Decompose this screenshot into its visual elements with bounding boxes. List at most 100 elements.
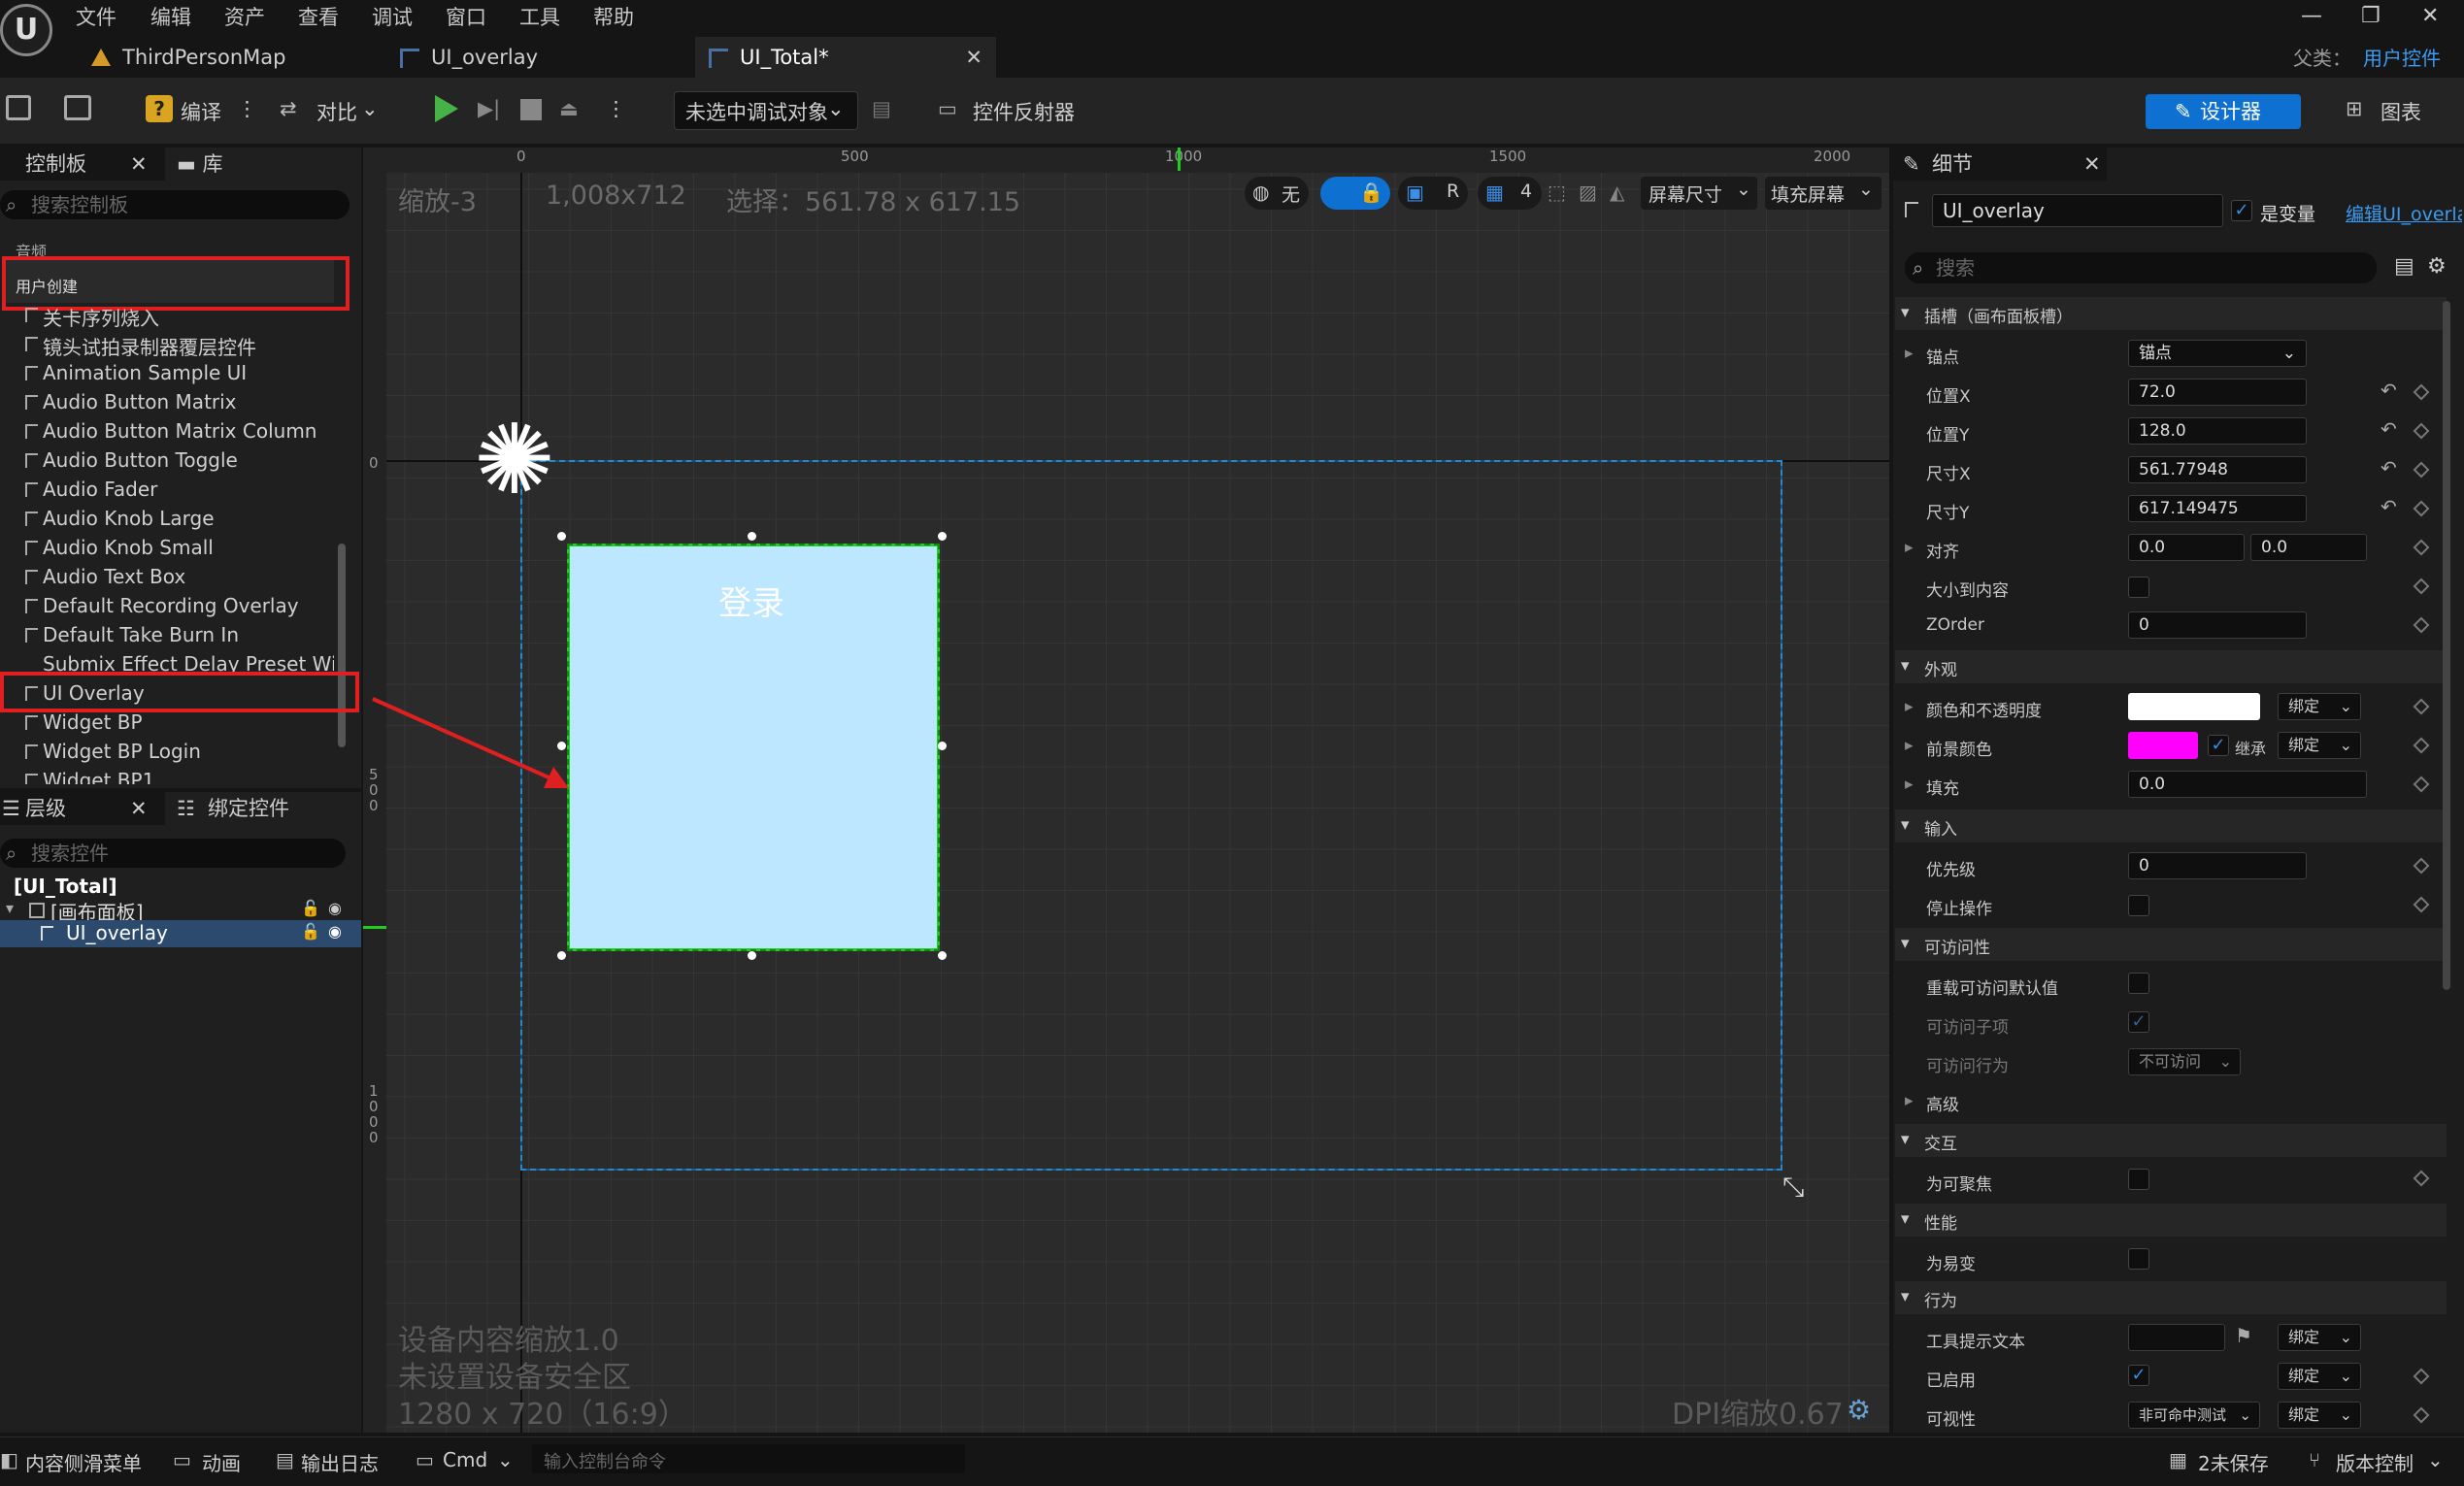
edit-widget-link[interactable]: 编辑UI_overla — [2346, 200, 2462, 226]
volatile-checkbox[interactable] — [2128, 1248, 2149, 1270]
resize-handle-icon[interactable]: ⤡ — [1782, 1171, 1804, 1204]
palette-item[interactable]: Widget BP1 — [25, 769, 154, 784]
visibility-eye-icon[interactable]: ◉ — [328, 922, 342, 941]
hierarchy-root[interactable]: [UI_Total] — [14, 875, 117, 898]
section-interaction[interactable] — [1895, 1124, 2447, 1157]
size-to-content-checkbox[interactable] — [2128, 577, 2149, 598]
expand-arrow-icon[interactable]: ▸ — [1905, 697, 1914, 716]
enabled-checkbox[interactable]: ✓ — [2128, 1365, 2149, 1386]
menu-help[interactable]: 帮助 — [593, 2, 634, 31]
step-icon[interactable]: ▶| — [478, 97, 500, 120]
foreground-color-swatch[interactable] — [2128, 732, 2198, 759]
palette-search-input[interactable]: ⌕ 搜索控制板 — [0, 190, 350, 219]
size-x-field[interactable]: 561.77948 — [2128, 456, 2307, 483]
select-tool-icon[interactable]: ⬚ — [1548, 181, 1566, 204]
menu-window[interactable]: 窗口 — [446, 2, 486, 31]
palette-scrollbar[interactable] — [338, 544, 346, 747]
palette-item[interactable]: 关卡序列烧入 — [25, 303, 159, 331]
close-window-icon[interactable]: ✕ — [2421, 4, 2439, 28]
anchor-flower-icon[interactable]: ✺ — [474, 412, 555, 509]
section-performance[interactable] — [1895, 1204, 2447, 1237]
palette-item[interactable]: Audio Knob Large — [25, 507, 215, 530]
compile-icon[interactable]: ? — [146, 95, 173, 122]
palette-item[interactable]: Widget BP Login — [25, 740, 201, 763]
designer-mode-button[interactable]: ✎ 设计器 — [2146, 94, 2301, 129]
unsaved-count-button[interactable]: 2未保存 — [2198, 1448, 2269, 1476]
override-accessible-checkbox[interactable] — [2128, 973, 2149, 994]
debug-filter-icon[interactable]: ▤ — [872, 97, 891, 120]
widget-reflector-button[interactable]: 控件反射器 — [973, 97, 1075, 126]
bind-dropdown[interactable]: 绑定 ⌄ — [2278, 1402, 2361, 1429]
selection-handle[interactable] — [938, 951, 947, 960]
play-icon[interactable] — [435, 95, 458, 122]
hierarchy-search-input[interactable]: ⌕ 搜索控件 — [0, 839, 346, 868]
palette-item[interactable]: 镜头试拍录制器覆层控件 — [25, 332, 256, 360]
priority-field[interactable]: 0 — [2128, 852, 2307, 879]
compile-options-icon[interactable]: ⋮ — [237, 97, 257, 120]
menu-view[interactable]: 查看 — [298, 2, 339, 31]
output-log-button[interactable]: 输出日志 — [301, 1448, 379, 1476]
selection-handle[interactable] — [748, 951, 756, 960]
menu-asset[interactable]: 资产 — [224, 2, 265, 31]
tab-ui-total[interactable]: UI_Total* ✕ — [695, 37, 996, 78]
close-tab-icon[interactable]: ✕ — [965, 37, 982, 78]
expand-arrow-icon[interactable]: ▸ — [1905, 344, 1914, 363]
menu-debug[interactable]: 调试 — [372, 2, 413, 31]
pos-y-field[interactable]: 128.0 — [2128, 417, 2307, 445]
selection-handle[interactable] — [748, 532, 756, 541]
palette-item[interactable]: Audio Button Matrix — [25, 390, 237, 413]
tooltip-field[interactable] — [2128, 1324, 2225, 1351]
tab-ui-overlay[interactable]: UI_overlay — [386, 37, 678, 78]
advanced-label[interactable]: 高级 — [1926, 1091, 1959, 1115]
stop-action-checkbox[interactable] — [2128, 895, 2149, 916]
table-view-icon[interactable]: ▤ — [2394, 254, 2414, 279]
lock-icon[interactable]: 🔓 — [301, 922, 320, 941]
accessible-behavior-dropdown[interactable]: 不可访问 ⌄ — [2128, 1048, 2241, 1075]
tab-details[interactable]: ✎ 细节 ✕ — [1893, 148, 2107, 181]
bind-dropdown[interactable]: 绑定 ⌄ — [2278, 1363, 2361, 1390]
compile-button[interactable]: 编译 — [181, 97, 221, 126]
alignment-y-field[interactable]: 0.0 — [2250, 534, 2367, 561]
reset-icon[interactable]: ↶ — [2381, 417, 2397, 441]
unreal-logo-icon[interactable]: U — [0, 4, 52, 56]
save-icon[interactable] — [6, 95, 31, 120]
close-tab-icon[interactable]: ✕ — [130, 148, 148, 181]
reset-icon[interactable]: ↶ — [2381, 456, 2397, 479]
selection-handle[interactable] — [557, 951, 566, 960]
section-appearance[interactable] — [1895, 650, 2447, 683]
palette-item[interactable]: Audio Fader — [25, 478, 157, 501]
expand-arrow-icon[interactable]: ▸ — [1905, 775, 1914, 794]
settings-gear-icon[interactable]: ⚙ — [2427, 254, 2447, 279]
preview-icon[interactable]: ▨ — [1579, 181, 1597, 204]
close-tab-icon[interactable]: ✕ — [130, 792, 148, 825]
eject-icon[interactable]: ⏏ — [559, 97, 579, 120]
palette-item[interactable]: Animation Sample UI — [25, 361, 247, 384]
focusable-checkbox[interactable] — [2128, 1169, 2149, 1190]
details-scrollbar[interactable] — [2443, 301, 2450, 990]
menu-tools[interactable]: 工具 — [519, 2, 560, 31]
widget-name-field[interactable]: UI_overlay — [1932, 194, 2223, 227]
visibility-eye-icon[interactable]: ◉ — [328, 899, 342, 917]
expand-arrow-icon[interactable]: ▾ — [6, 899, 14, 917]
palette-item[interactable]: Default Take Burn In — [25, 623, 239, 646]
chevron-down-icon[interactable]: ⌄ — [361, 97, 379, 120]
animation-button[interactable]: 动画 — [202, 1448, 241, 1476]
cmd-dropdown[interactable]: Cmd — [443, 1448, 487, 1471]
restore-icon[interactable]: ❐ — [2361, 4, 2381, 28]
hierarchy-ui-overlay[interactable]: UI_overlay — [66, 921, 168, 944]
color-opacity-swatch[interactable] — [2128, 693, 2260, 720]
zorder-field[interactable]: 0 — [2128, 611, 2307, 639]
graph-mode-button[interactable]: 图表 — [2381, 97, 2421, 126]
close-tab-icon[interactable]: ✕ — [2083, 148, 2101, 181]
browse-icon[interactable] — [64, 95, 91, 120]
menu-file[interactable]: 文件 — [76, 2, 117, 31]
minimize-icon[interactable]: — — [2301, 4, 2322, 28]
visibility-dropdown[interactable]: 非可命中测试 ⌄ — [2128, 1402, 2260, 1429]
palette-item[interactable]: Default Recording Overlay — [25, 594, 299, 617]
palette-item[interactable]: Audio Button Toggle — [25, 448, 238, 472]
diff-button[interactable]: 对比 — [316, 97, 357, 126]
tab-library[interactable]: ▬ 库 — [169, 148, 285, 181]
parent-class-link[interactable]: 用户控件 — [2363, 43, 2441, 71]
expand-arrow-icon[interactable]: ▸ — [1905, 736, 1914, 755]
bind-dropdown[interactable]: 绑定 ⌄ — [2278, 693, 2361, 720]
